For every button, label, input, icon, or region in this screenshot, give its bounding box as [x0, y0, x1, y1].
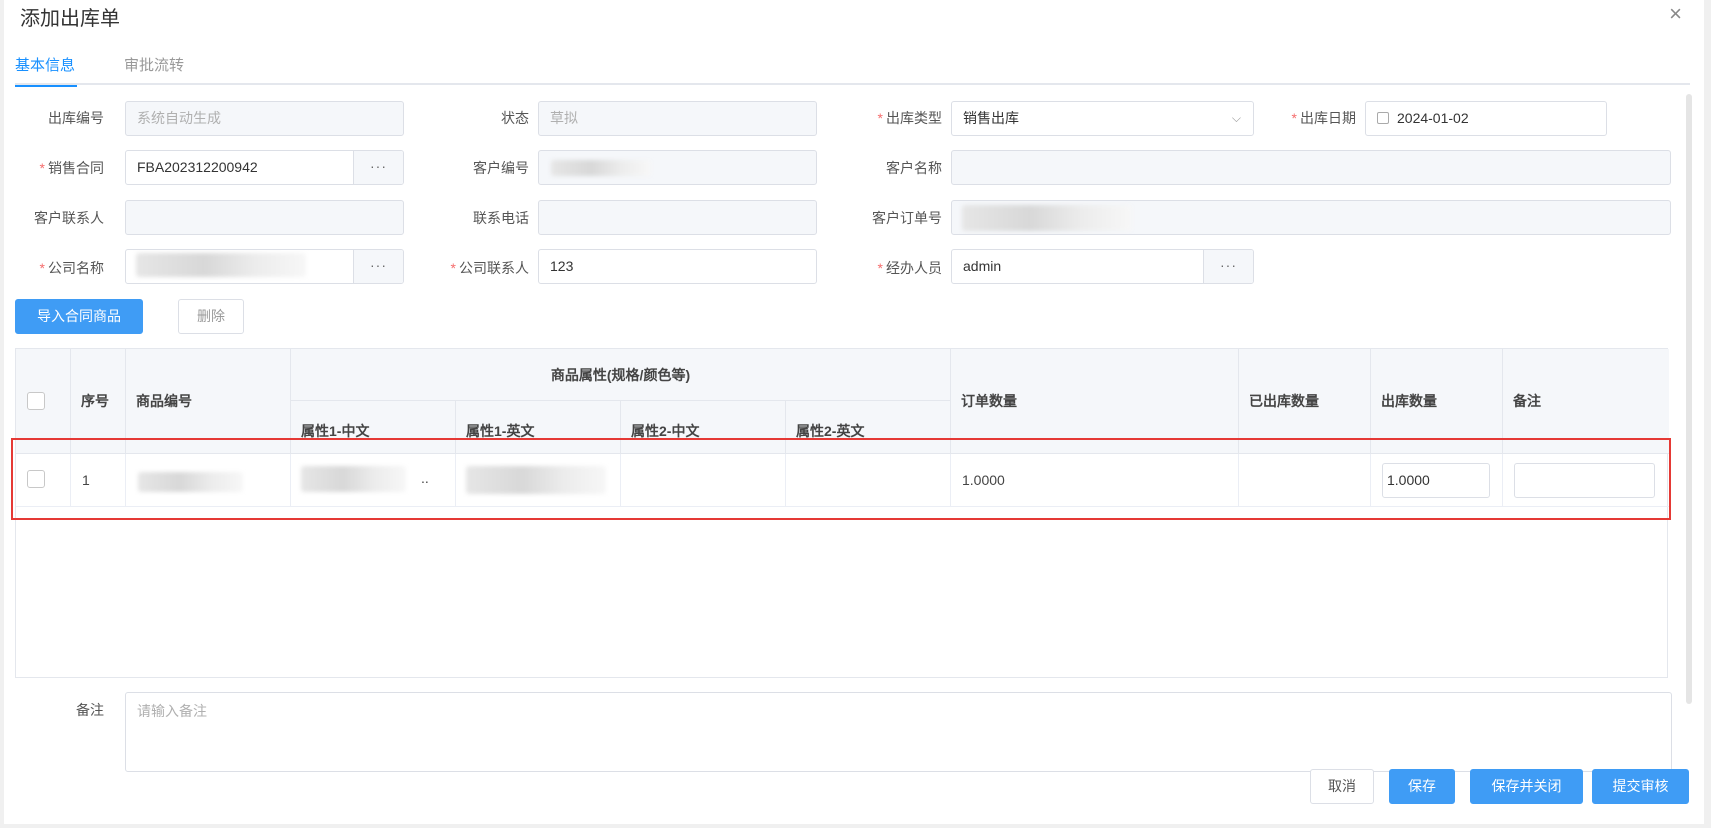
out-type-label: * 出库类型	[877, 110, 942, 126]
import-contract-goods-button[interactable]: 导入合同商品	[15, 299, 143, 334]
sales-contract-label: * 销售合同	[39, 160, 104, 176]
handler-input[interactable]: admin ···	[951, 249, 1254, 284]
row-code	[126, 454, 291, 507]
row-select-cell	[16, 454, 71, 507]
col-attr1-en-header: 属性1-英文	[456, 401, 621, 454]
row-order-qty: 1.0000	[951, 454, 1239, 507]
add-outbound-dialog: 添加出库单 × 基本信息 审批流转 出库编号 系统自动生成 状态 草拟 * 出库类…	[4, 0, 1704, 824]
cancel-button[interactable]: 取消	[1310, 769, 1374, 804]
redacted-block	[466, 466, 606, 494]
customer-order-no-input[interactable]	[951, 200, 1671, 235]
save-and-close-button[interactable]: 保存并关闭	[1470, 769, 1583, 804]
delete-button[interactable]: 删除	[178, 299, 244, 334]
row-attr2-cn	[621, 454, 786, 507]
col-seq-header: 序号	[71, 349, 126, 454]
tab-bar: 基本信息 审批流转	[15, 50, 1690, 87]
redacted-block	[301, 466, 406, 492]
select-all-header	[16, 349, 71, 454]
handler-more-button[interactable]: ···	[1203, 250, 1253, 283]
customer-name-input[interactable]	[951, 150, 1671, 185]
row-shipped-qty	[1239, 454, 1371, 507]
calendar-icon	[1377, 112, 1389, 125]
handler-label: * 经办人员	[877, 260, 942, 276]
out-no-label: 出库编号	[48, 110, 104, 126]
phone-input[interactable]	[538, 200, 817, 235]
customer-no-input[interactable]	[538, 150, 817, 185]
company-name-input[interactable]: ···	[125, 249, 404, 284]
phone-label: 联系电话	[473, 210, 529, 226]
select-all-checkbox[interactable]	[27, 392, 45, 410]
company-name-more-button[interactable]: ···	[353, 250, 403, 283]
row-seq: 1	[71, 454, 126, 507]
submit-review-button[interactable]: 提交审核	[1592, 769, 1689, 804]
tab-basic-info[interactable]: 基本信息	[15, 54, 77, 87]
required-mark: *	[450, 260, 456, 276]
required-mark: *	[39, 160, 45, 176]
company-contact-label: * 公司联系人	[450, 260, 529, 276]
redacted-block	[136, 253, 306, 277]
customer-no-label: 客户编号	[473, 160, 529, 176]
customer-contact-label: 客户联系人	[34, 210, 104, 226]
out-no-input[interactable]: 系统自动生成	[125, 101, 404, 136]
row-out-qty-cell: 1.0000	[1371, 454, 1503, 507]
save-button[interactable]: 保存	[1389, 769, 1455, 804]
remark-label: 备注	[76, 702, 104, 718]
redacted-block	[551, 160, 651, 176]
required-mark: *	[877, 110, 883, 126]
out-date-label: * 出库日期	[1291, 110, 1356, 126]
out-date-picker[interactable]: 2024-01-02	[1365, 101, 1607, 136]
company-contact-input[interactable]: 123	[538, 249, 817, 284]
dialog-title: 添加出库单	[20, 8, 120, 30]
customer-name-label: 客户名称	[886, 160, 942, 176]
required-mark: *	[877, 260, 883, 276]
remark-textarea[interactable]	[125, 692, 1672, 772]
goods-table: 序号 商品编号 商品属性(规格/颜色等) 属性1-中文 属性1-英文 属性2-中…	[15, 348, 1669, 678]
chevron-down-icon: ⌵	[1231, 111, 1241, 125]
customer-contact-input[interactable]	[125, 200, 404, 235]
col-shipped-qty-header: 已出库数量	[1239, 349, 1371, 454]
col-remark-header: 备注	[1503, 349, 1669, 454]
out-qty-input[interactable]: 1.0000	[1382, 463, 1490, 498]
row-attr1-cn: ..	[291, 454, 456, 507]
col-code-header: 商品编号	[126, 349, 291, 454]
col-out-qty-header: 出库数量	[1371, 349, 1503, 454]
customer-order-no-label: 客户订单号	[872, 210, 942, 226]
row-attr1-en	[456, 454, 621, 507]
status-label: 状态	[501, 110, 529, 126]
redacted-block	[138, 472, 243, 492]
row-attr2-en	[786, 454, 951, 507]
row-checkbox[interactable]	[27, 470, 45, 488]
col-attr2-cn-header: 属性2-中文	[621, 401, 786, 454]
required-mark: *	[39, 260, 45, 276]
tab-approval-flow[interactable]: 审批流转	[124, 54, 184, 85]
sales-contract-more-button[interactable]: ···	[353, 151, 403, 184]
sales-contract-input[interactable]: FBA202312200942 ···	[125, 150, 404, 185]
company-name-label: * 公司名称	[39, 260, 104, 276]
close-icon[interactable]: ×	[1669, 3, 1682, 25]
out-type-select[interactable]: 销售出库 ⌵	[951, 101, 1254, 136]
required-mark: *	[1291, 110, 1297, 126]
redacted-block	[962, 205, 1132, 231]
status-input[interactable]: 草拟	[538, 101, 817, 136]
row-remark-input[interactable]	[1514, 463, 1655, 498]
col-attr2-en-header: 属性2-英文	[786, 401, 951, 454]
col-order-qty-header: 订单数量	[951, 349, 1239, 454]
row-remark-cell	[1503, 454, 1669, 507]
col-attr-group-header: 商品属性(规格/颜色等)	[291, 349, 951, 401]
col-attr1-cn-header: 属性1-中文	[291, 401, 456, 454]
scrollbar[interactable]	[1686, 94, 1692, 704]
